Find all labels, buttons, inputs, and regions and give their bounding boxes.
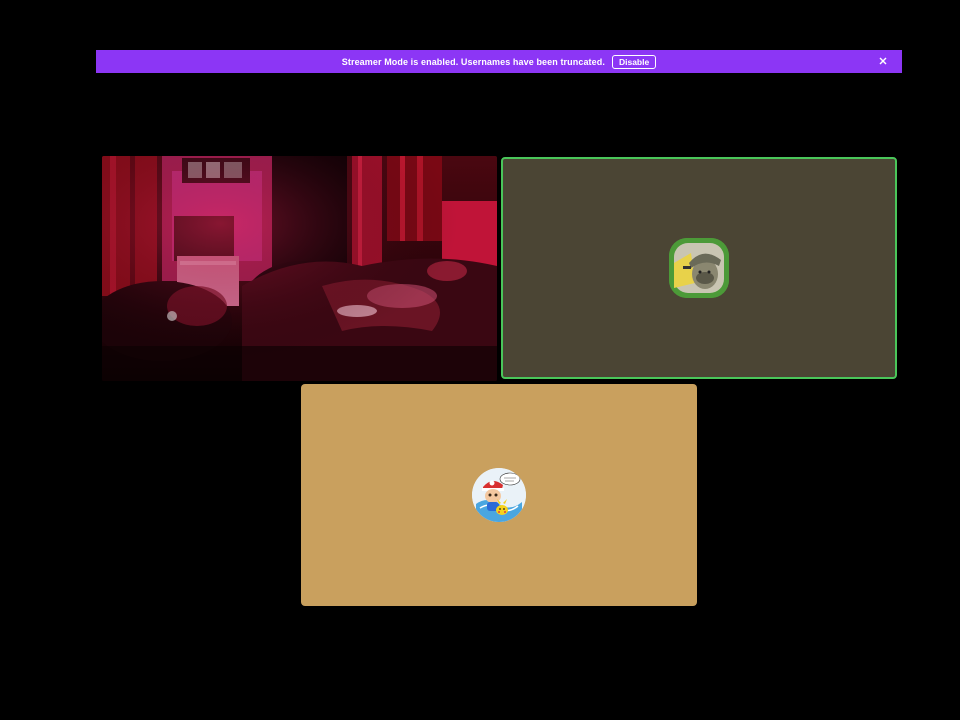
video-tile-user[interactable] — [301, 384, 697, 606]
call-stage: Streamer Mode is enabled. Usernames have… — [0, 0, 960, 720]
user-avatar-icon — [669, 238, 729, 298]
video-tile-speaking-user[interactable] — [501, 157, 897, 379]
video-tile-camera[interactable] — [102, 156, 497, 381]
streamer-mode-message: Streamer Mode is enabled. Usernames have… — [341, 56, 605, 67]
user-avatar-icon — [472, 468, 526, 522]
streamer-mode-banner: Streamer Mode is enabled. Usernames have… — [96, 50, 902, 73]
close-icon[interactable] — [876, 54, 890, 68]
webcam-video-feed — [102, 156, 497, 381]
disable-streamer-mode-button[interactable]: Disable — [611, 54, 657, 69]
